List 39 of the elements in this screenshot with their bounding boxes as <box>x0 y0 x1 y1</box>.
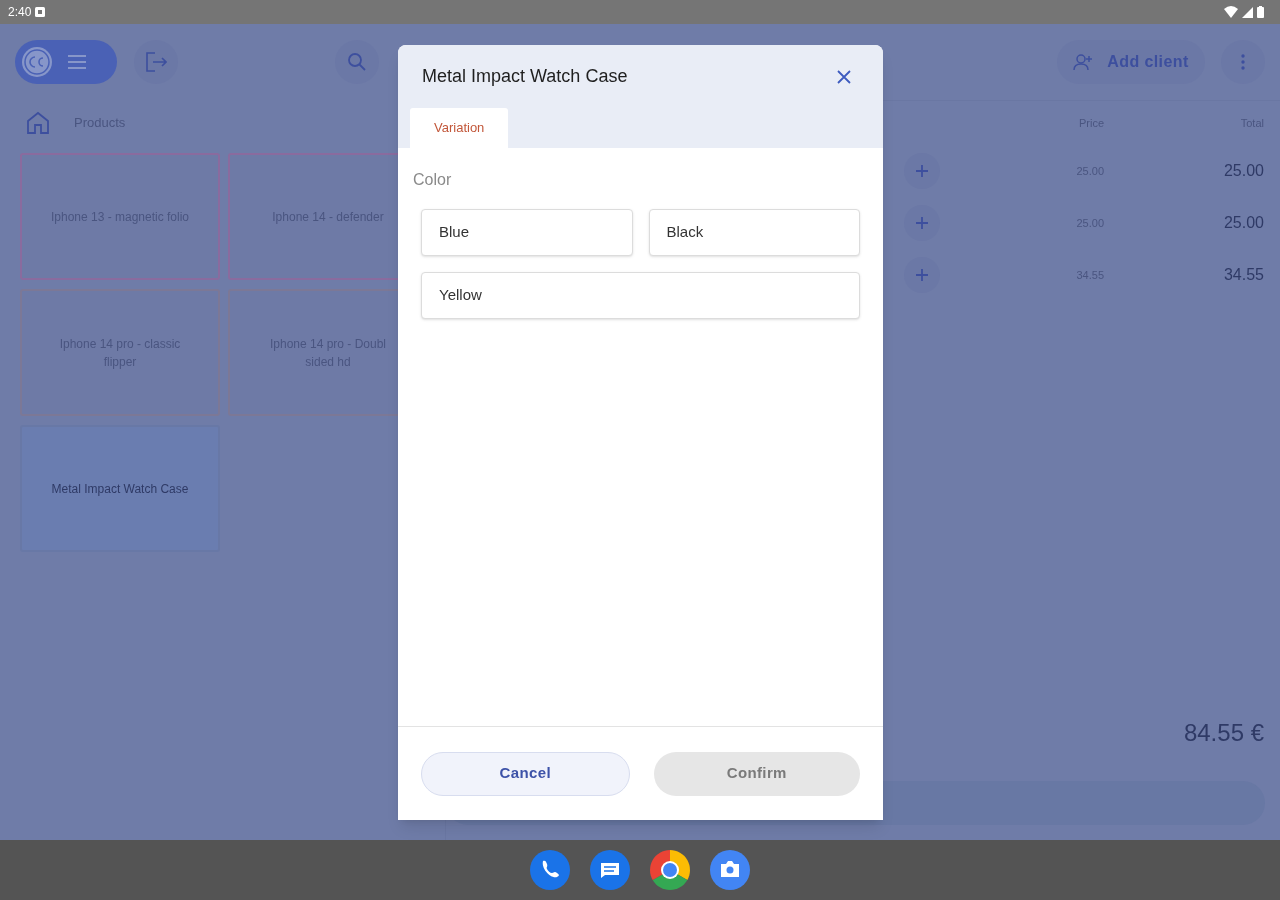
add-quantity-button[interactable] <box>904 205 940 241</box>
home-icon[interactable] <box>26 111 50 135</box>
dialog-title: Metal Impact Watch Case <box>422 65 628 88</box>
total-cell-text: 34.55 <box>1222 265 1264 285</box>
add-quantity-button[interactable] <box>904 153 940 189</box>
cancel-button[interactable]: Cancel <box>421 751 630 796</box>
plus-icon <box>914 215 930 231</box>
app-menu-button[interactable] <box>15 40 117 84</box>
plus-icon <box>914 163 930 179</box>
product-tile[interactable]: Metal Impact Watch Case <box>20 425 220 552</box>
notification-icon <box>35 7 46 17</box>
wifi-icon <box>1224 6 1238 18</box>
plus-icon <box>914 267 930 283</box>
more-icon <box>1241 54 1245 70</box>
logout-icon <box>145 52 167 72</box>
option-button[interactable]: Black <box>648 209 860 256</box>
logout-button[interactable] <box>134 40 178 84</box>
battery-icon <box>1257 6 1264 18</box>
messages-icon[interactable] <box>590 850 630 890</box>
phone-icon[interactable] <box>530 850 570 890</box>
option-button[interactable]: Yellow <box>421 272 860 319</box>
logo-icon <box>21 46 53 78</box>
total-cell-text: 25.00 <box>1222 213 1264 233</box>
close-icon[interactable] <box>837 69 851 84</box>
menu-icon <box>67 55 87 69</box>
group-label: Color <box>413 170 453 190</box>
browser-icon[interactable] <box>650 850 690 890</box>
option-button[interactable]: Blue <box>421 209 633 256</box>
camera-icon[interactable] <box>710 850 750 890</box>
variation-tab[interactable]: Variation <box>410 108 509 148</box>
search-icon <box>347 52 367 72</box>
search-button[interactable] <box>335 40 379 84</box>
signal-icon <box>1242 6 1253 18</box>
add-quantity-button[interactable] <box>904 257 940 293</box>
clock: 2:40 <box>8 4 32 21</box>
more-button[interactable] <box>1221 40 1265 84</box>
grand-total: 84.55 € <box>1183 718 1264 748</box>
total-cell-text: 25.00 <box>1222 161 1264 181</box>
add-person-icon <box>1073 53 1094 71</box>
